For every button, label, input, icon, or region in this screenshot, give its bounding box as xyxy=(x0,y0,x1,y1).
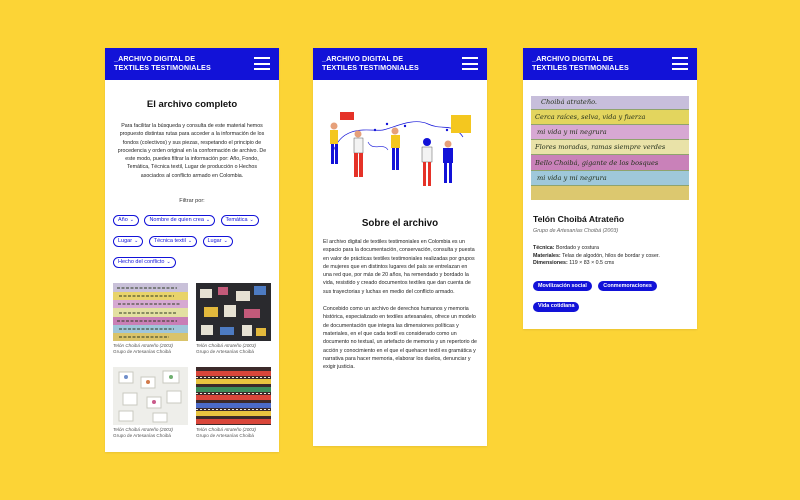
page-title: El archivo completo xyxy=(146,99,238,110)
chevron-down-icon: ⌄ xyxy=(134,238,139,245)
spec-technique: Técnica: Bordado y costura xyxy=(533,245,599,251)
filter-chip-place-2[interactable]: Lugar ⌄ xyxy=(202,236,233,248)
spec-materials: Materiales: Telas de algodón, hilos de b… xyxy=(533,252,660,259)
hamburger-menu-icon[interactable] xyxy=(672,57,688,70)
textile-embroidered-line: mi vida y mi negrura xyxy=(537,174,607,182)
illustration xyxy=(313,112,487,204)
hamburger-menu-icon[interactable] xyxy=(462,57,478,70)
screen-textile-detail: _ARCHIVO DIGITAL DE TEXTILES TESTIMONIAL… xyxy=(523,48,697,329)
intro-text: Para facilitar la búsqueda y consulta de… xyxy=(117,123,267,179)
tag-daily-life[interactable]: Vida cotidiana xyxy=(533,301,580,312)
textile-thumbnail[interactable] xyxy=(113,367,188,425)
chevron-down-icon: ⌄ xyxy=(129,217,134,224)
chevron-down-icon: ⌄ xyxy=(223,238,228,245)
chevron-down-icon: ⌄ xyxy=(187,238,193,245)
site-header: _ARCHIVO DIGITAL DE TEXTILES TESTIMONIAL… xyxy=(105,48,279,80)
section-title: Sobre el archivo xyxy=(361,218,439,229)
textile-thumbnail[interactable] xyxy=(196,367,271,425)
list-item[interactable]: Telón Choibá Atrateño (2003) Grupo de Art… xyxy=(113,343,191,355)
tag-commemorations[interactable]: Conmemoraciones xyxy=(598,281,657,291)
site-header: _ARCHIVO DIGITAL DE TEXTILES TESTIMONIAL… xyxy=(523,48,697,80)
textile-embroidered-line: mi vida y mi negrura xyxy=(537,128,607,136)
textile-title: Telón Choibá Atrateño xyxy=(533,214,625,224)
screen-archive-complete: _ARCHIVO DIGITAL DE TEXTILES TESTIMONIAL… xyxy=(105,48,279,452)
chevron-down-icon: ⌄ xyxy=(166,259,171,266)
textile-embroidered-line: Cerca raíces, selva, vida y fuerza xyxy=(535,113,646,121)
textile-subtitle: Grupo de Artesanías Choibá (2003) xyxy=(533,228,619,234)
textile-image: Choibá atrateño. Cerca raíces, selva, vi… xyxy=(531,96,689,200)
filter-chip-year[interactable]: Año ⌄ xyxy=(113,215,139,227)
chevron-down-icon: ⌄ xyxy=(205,217,211,224)
tag-social-mobilization[interactable]: Movilización social xyxy=(533,281,592,291)
filter-chips: Año ⌄ Nombre de quien crea ⌄ Temática ⌄ Lug… xyxy=(105,208,279,271)
filter-chip-technique[interactable]: Técnica textil ⌄ xyxy=(148,236,198,248)
theme-tags: Movilización social Conmemoraciones Vida… xyxy=(533,274,687,315)
site-header: _ARCHIVO DIGITAL DE TEXTILES TESTIMONIAL… xyxy=(313,48,487,80)
filter-chip-theme[interactable]: Temática ⌄ xyxy=(220,215,259,227)
textile-thumbnail[interactable] xyxy=(196,283,271,341)
textile-thumbnail[interactable] xyxy=(113,283,188,341)
spec-dimensions: Dimensiones: 119 × 83 × 0.5 cms xyxy=(533,260,615,266)
filter-label: Filtrar por: xyxy=(179,198,205,205)
list-item[interactable]: Telón Choibá Atrateño (2003) Grupo de Art… xyxy=(113,427,191,439)
about-paragraph-2: Concebido como un archivo de derechos hu… xyxy=(323,306,477,371)
list-item[interactable]: Telón Choibá Atrateño (2003) Grupo de Art… xyxy=(196,343,274,355)
textile-embroidered-line: Choibá atrateño. xyxy=(541,98,598,106)
chevron-down-icon: ⌄ xyxy=(249,217,254,224)
textile-embroidered-line: Bello Choibá, gigante de los bosques xyxy=(535,159,659,167)
list-item[interactable]: Telón Choibá Atrateño (2003) Grupo de Art… xyxy=(196,427,274,439)
filter-chip-conflict-event[interactable]: Hecho del conflicto ⌄ xyxy=(113,257,176,269)
textile-embroidered-line: Flores moradas, ramas siempre verdes xyxy=(535,143,666,151)
screen-about-archive: _ARCHIVO DIGITAL DE TEXTILES TESTIMONIAL… xyxy=(313,48,487,446)
about-paragraph-1: El archivo digital de textiles testimoni… xyxy=(323,239,475,295)
hamburger-menu-icon[interactable] xyxy=(254,57,270,70)
filter-chip-place[interactable]: Lugar ⌄ xyxy=(113,236,144,248)
filter-chip-creator[interactable]: Nombre de quien crea ⌄ xyxy=(144,215,216,227)
textile-specs: Técnica: Bordado y costura Materiales: T… xyxy=(533,245,687,268)
